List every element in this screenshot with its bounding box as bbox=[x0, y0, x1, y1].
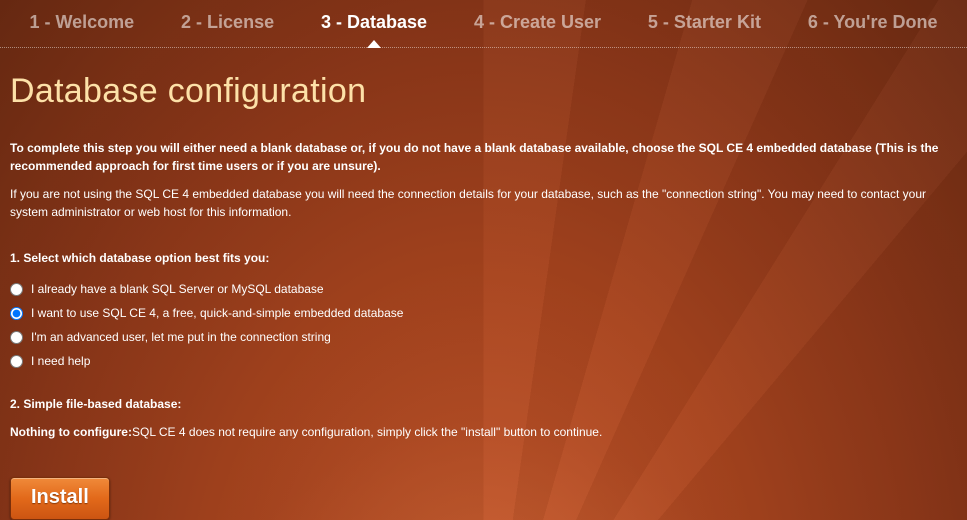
option-row: I want to use SQL CE 4, a free, quick-an… bbox=[10, 301, 957, 325]
option-row: I already have a blank SQL Server or MyS… bbox=[10, 277, 957, 301]
nothing-text: SQL CE 4 does not require any configurat… bbox=[132, 425, 602, 439]
section2-title: 2. Simple file-based database: bbox=[10, 395, 957, 413]
page-title: Database configuration bbox=[10, 66, 957, 117]
radio-blank-db[interactable] bbox=[10, 283, 23, 296]
content-area: Database configuration To complete this … bbox=[0, 48, 967, 441]
wizard-steps: 1 - Welcome 2 - License 3 - Database 4 -… bbox=[0, 0, 967, 48]
step-starter-kit[interactable]: 5 - Starter Kit bbox=[642, 8, 767, 37]
step-license[interactable]: 2 - License bbox=[175, 8, 280, 37]
footer: Install bbox=[0, 476, 967, 520]
option-row: I need help bbox=[10, 349, 957, 373]
nothing-label: Nothing to configure: bbox=[10, 425, 132, 439]
step-create-user[interactable]: 4 - Create User bbox=[468, 8, 607, 37]
step-done[interactable]: 6 - You're Done bbox=[802, 8, 944, 37]
section1-title: 1. Select which database option best fit… bbox=[10, 249, 957, 267]
option-row: I'm an advanced user, let me put in the … bbox=[10, 325, 957, 349]
intro-bold-text: To complete this step you will either ne… bbox=[10, 139, 950, 175]
option-label[interactable]: I'm an advanced user, let me put in the … bbox=[31, 328, 331, 346]
radio-advanced[interactable] bbox=[10, 331, 23, 344]
database-options: I already have a blank SQL Server or MyS… bbox=[10, 277, 957, 373]
option-label[interactable]: I want to use SQL CE 4, a free, quick-an… bbox=[31, 304, 403, 322]
option-label[interactable]: I already have a blank SQL Server or MyS… bbox=[31, 280, 324, 298]
install-button[interactable]: Install bbox=[10, 477, 110, 520]
intro-regular-text: If you are not using the SQL CE 4 embedd… bbox=[10, 185, 950, 221]
step-welcome[interactable]: 1 - Welcome bbox=[23, 8, 140, 37]
step-database[interactable]: 3 - Database bbox=[315, 8, 433, 37]
radio-sqlce4[interactable] bbox=[10, 307, 23, 320]
nothing-to-configure: Nothing to configure:SQL CE 4 does not r… bbox=[10, 423, 957, 441]
radio-help[interactable] bbox=[10, 355, 23, 368]
option-label[interactable]: I need help bbox=[31, 352, 90, 370]
